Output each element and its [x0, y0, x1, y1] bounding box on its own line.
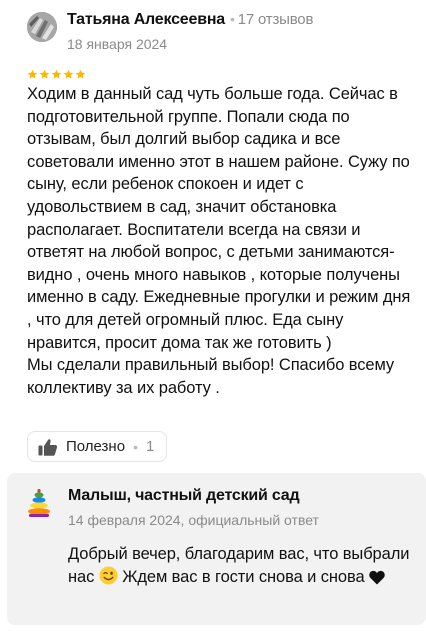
star-icon	[39, 69, 50, 79]
review-date: 18 января 2024	[67, 36, 168, 52]
official-answer: Малыш, частный детский сад 14 февраля 20…	[7, 473, 426, 625]
author-review-count[interactable]: 17 отзывов	[238, 11, 314, 28]
star-icon	[27, 69, 38, 79]
star-icon	[63, 69, 74, 79]
answer-text: Добрый вечер, благодарим вас, что выбрал…	[68, 543, 413, 588]
star-icon	[75, 69, 86, 79]
user-avatar[interactable]	[27, 12, 57, 42]
helpful-button[interactable]: Полезно • 1	[27, 431, 168, 462]
author-name-line: Татьяна Алексеевна • 17 отзывов	[67, 11, 313, 29]
helpful-count: 1	[145, 438, 155, 455]
separator-dot: •	[230, 11, 235, 27]
star-icon	[51, 69, 62, 79]
answer-text-part2: Ждем вас в гости снова и снова	[122, 567, 365, 586]
winking-face-emoji	[99, 566, 118, 585]
answer-date: 14 февраля 2024, официальный ответ	[68, 512, 319, 528]
rating-stars	[27, 69, 86, 80]
author-name[interactable]: Татьяна Алексеевна	[67, 11, 225, 28]
black-heart-emoji	[369, 570, 385, 585]
review-text: Ходим в данный сад чуть больше года. Сей…	[27, 85, 411, 397]
organization-name[interactable]: Малыш, частный детский сад	[68, 487, 300, 505]
helpful-label: Полезно	[66, 438, 126, 455]
pyramid-toy-logo	[28, 489, 50, 517]
separator-dot: •	[133, 438, 138, 455]
thumbs-up-icon	[38, 438, 58, 456]
